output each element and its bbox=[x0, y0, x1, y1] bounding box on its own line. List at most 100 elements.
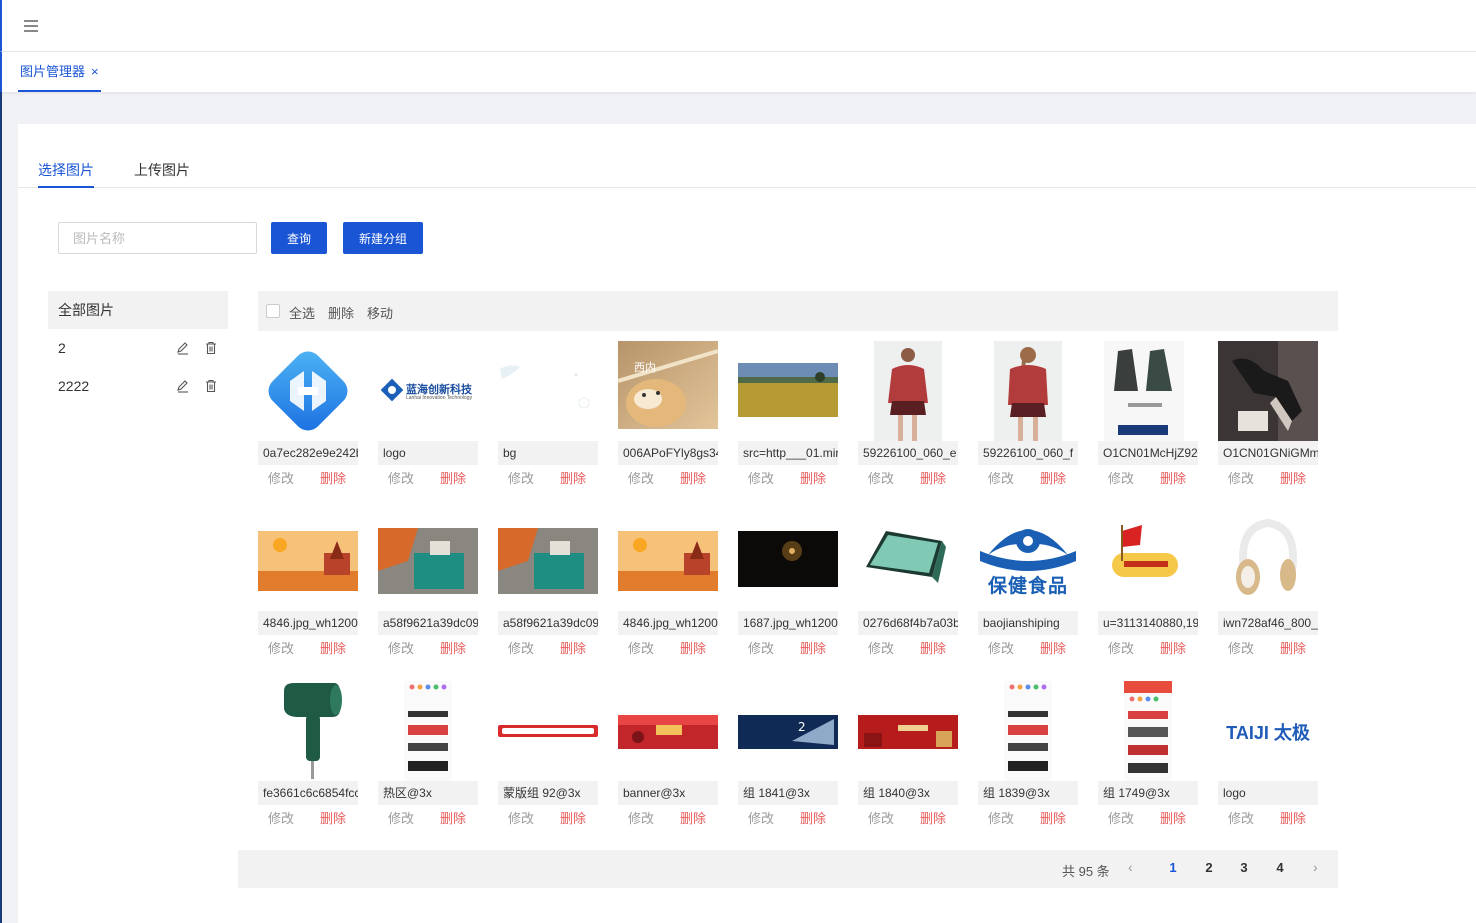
tab-select-image[interactable]: 选择图片 bbox=[38, 160, 94, 188]
edit-image-button[interactable]: 修改 bbox=[748, 465, 774, 493]
move-button[interactable]: 移动 bbox=[367, 303, 393, 322]
delete-image-button[interactable]: 删除 bbox=[800, 635, 826, 663]
image-item[interactable]: a58f9621a39dc09 修改 删除 bbox=[498, 511, 598, 663]
image-item[interactable]: 组 1840@3x 修改 删除 bbox=[858, 681, 958, 833]
batch-delete-button[interactable]: 删除 bbox=[328, 303, 354, 322]
group-item[interactable]: 2 bbox=[48, 329, 228, 367]
delete-image-button[interactable]: 删除 bbox=[1160, 465, 1186, 493]
thumbnail[interactable] bbox=[1098, 341, 1198, 441]
trash-icon[interactable] bbox=[204, 379, 218, 393]
query-button[interactable]: 查询 bbox=[271, 222, 327, 254]
search-input[interactable] bbox=[58, 222, 257, 254]
group-all-images[interactable]: 全部图片 bbox=[48, 291, 228, 329]
image-item[interactable]: 组 1839@3x 修改 删除 bbox=[978, 681, 1078, 833]
thumbnail[interactable] bbox=[618, 681, 718, 781]
delete-image-button[interactable]: 删除 bbox=[1040, 465, 1066, 493]
edit-image-button[interactable]: 修改 bbox=[1108, 635, 1134, 663]
thumbnail[interactable]: 2 bbox=[738, 681, 838, 781]
delete-image-button[interactable]: 删除 bbox=[680, 805, 706, 833]
thumbnail[interactable] bbox=[858, 681, 958, 781]
delete-image-button[interactable]: 删除 bbox=[1160, 635, 1186, 663]
edit-image-button[interactable]: 修改 bbox=[268, 465, 294, 493]
delete-image-button[interactable]: 删除 bbox=[920, 635, 946, 663]
edit-image-button[interactable]: 修改 bbox=[628, 635, 654, 663]
image-item[interactable]: a58f9621a39dc09 修改 删除 bbox=[378, 511, 478, 663]
thumbnail[interactable] bbox=[858, 341, 958, 441]
page-4[interactable]: 4 bbox=[1270, 860, 1290, 875]
delete-image-button[interactable]: 删除 bbox=[440, 635, 466, 663]
edit-image-button[interactable]: 修改 bbox=[1108, 465, 1134, 493]
page-2[interactable]: 2 bbox=[1199, 860, 1219, 875]
delete-image-button[interactable]: 删除 bbox=[1280, 805, 1306, 833]
group-item[interactable]: 2222 bbox=[48, 367, 228, 405]
image-item[interactable]: 4846.jpg_wh1200 修改 删除 bbox=[618, 511, 718, 663]
edit-image-button[interactable]: 修改 bbox=[268, 805, 294, 833]
delete-image-button[interactable]: 删除 bbox=[440, 465, 466, 493]
edit-image-button[interactable]: 修改 bbox=[1108, 805, 1134, 833]
image-item[interactable]: src=http___01.mini 修改 删除 bbox=[738, 341, 838, 493]
thumbnail[interactable] bbox=[1218, 341, 1318, 441]
image-item[interactable]: 1687.jpg_wh1200 修改 删除 bbox=[738, 511, 838, 663]
image-item[interactable]: 59226100_060_f 修改 删除 bbox=[978, 341, 1078, 493]
image-item[interactable]: fe3661c6c6854fcc 修改 删除 bbox=[258, 681, 358, 833]
edit-image-button[interactable]: 修改 bbox=[628, 805, 654, 833]
thumbnail[interactable] bbox=[258, 341, 358, 441]
image-item[interactable]: 热区@3x 修改 删除 bbox=[378, 681, 478, 833]
delete-image-button[interactable]: 删除 bbox=[1280, 465, 1306, 493]
select-all-checkbox[interactable] bbox=[266, 304, 280, 318]
delete-image-button[interactable]: 删除 bbox=[800, 805, 826, 833]
edit-image-button[interactable]: 修改 bbox=[988, 635, 1014, 663]
image-item[interactable]: banner@3x 修改 删除 bbox=[618, 681, 718, 833]
image-item[interactable]: 59226100_060_e 修改 删除 bbox=[858, 341, 958, 493]
image-item[interactable]: 蒙版组 92@3x 修改 删除 bbox=[498, 681, 598, 833]
delete-image-button[interactable]: 删除 bbox=[800, 465, 826, 493]
trash-icon[interactable] bbox=[204, 341, 218, 355]
chevron-left-icon[interactable]: ‹ bbox=[1128, 859, 1133, 875]
delete-image-button[interactable]: 删除 bbox=[1040, 805, 1066, 833]
delete-image-button[interactable]: 删除 bbox=[1160, 805, 1186, 833]
thumbnail[interactable] bbox=[1098, 681, 1198, 781]
thumbnail[interactable] bbox=[1218, 511, 1318, 611]
edit-image-button[interactable]: 修改 bbox=[1228, 635, 1254, 663]
page-1[interactable]: 1 bbox=[1163, 860, 1183, 875]
delete-image-button[interactable]: 删除 bbox=[560, 805, 586, 833]
thumbnail[interactable] bbox=[498, 341, 598, 441]
thumbnail[interactable] bbox=[498, 681, 598, 781]
edit-image-button[interactable]: 修改 bbox=[388, 805, 414, 833]
delete-image-button[interactable]: 删除 bbox=[560, 635, 586, 663]
thumbnail[interactable] bbox=[618, 511, 718, 611]
tab-upload-image[interactable]: 上传图片 bbox=[134, 160, 190, 188]
edit-image-button[interactable]: 修改 bbox=[388, 635, 414, 663]
thumbnail[interactable] bbox=[378, 681, 478, 781]
edit-image-button[interactable]: 修改 bbox=[868, 805, 894, 833]
edit-image-button[interactable]: 修改 bbox=[1228, 465, 1254, 493]
delete-image-button[interactable]: 删除 bbox=[920, 465, 946, 493]
thumbnail[interactable]: TAIJI 太极 bbox=[1218, 681, 1318, 781]
edit-image-button[interactable]: 修改 bbox=[508, 635, 534, 663]
thumbnail[interactable] bbox=[858, 511, 958, 611]
edit-icon[interactable] bbox=[176, 341, 190, 355]
thumbnail[interactable] bbox=[378, 511, 478, 611]
thumbnail[interactable] bbox=[738, 341, 838, 441]
image-item[interactable]: 2 组 1841@3x 修改 删除 bbox=[738, 681, 838, 833]
image-item[interactable]: O1CN01GNiGMm 修改 删除 bbox=[1218, 341, 1318, 493]
image-item[interactable]: TAIJI 太极 logo 修改 删除 bbox=[1218, 681, 1318, 833]
image-item[interactable]: u=3113140880,19 修改 删除 bbox=[1098, 511, 1198, 663]
thumbnail[interactable] bbox=[738, 511, 838, 611]
thumbnail[interactable]: 西内 bbox=[618, 341, 718, 441]
edit-image-button[interactable]: 修改 bbox=[268, 635, 294, 663]
thumbnail[interactable] bbox=[978, 681, 1078, 781]
thumbnail[interactable] bbox=[978, 341, 1078, 441]
image-item[interactable]: 组 1749@3x 修改 删除 bbox=[1098, 681, 1198, 833]
edit-image-button[interactable]: 修改 bbox=[988, 465, 1014, 493]
page-3[interactable]: 3 bbox=[1234, 860, 1254, 875]
chevron-right-icon[interactable]: › bbox=[1313, 859, 1318, 875]
tab-image-manager[interactable]: 图片管理器 × bbox=[18, 52, 101, 92]
delete-image-button[interactable]: 删除 bbox=[440, 805, 466, 833]
delete-image-button[interactable]: 删除 bbox=[320, 635, 346, 663]
image-item[interactable]: 蓝海创新科技 Lanhai Innovation Technology logo… bbox=[378, 341, 478, 493]
image-item[interactable]: iwn728af46_800_ 修改 删除 bbox=[1218, 511, 1318, 663]
edit-image-button[interactable]: 修改 bbox=[508, 465, 534, 493]
hamburger-icon[interactable] bbox=[24, 20, 38, 32]
edit-image-button[interactable]: 修改 bbox=[868, 635, 894, 663]
